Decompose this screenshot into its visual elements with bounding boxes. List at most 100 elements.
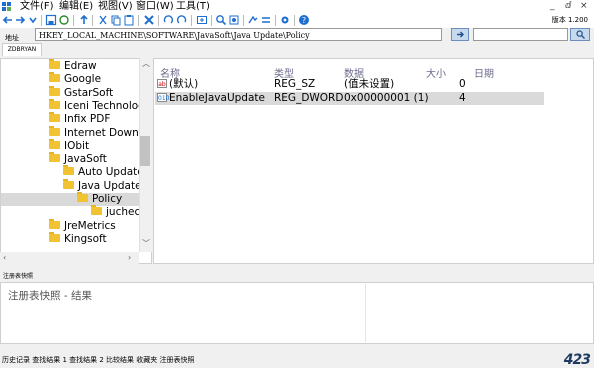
jump-icon[interactable] xyxy=(247,14,259,26)
folder-icon xyxy=(49,98,60,109)
cut-icon[interactable] xyxy=(97,14,109,26)
panel-splitter[interactable] xyxy=(0,264,594,272)
toolbar-divider xyxy=(73,15,74,26)
tree-item[interactable]: GstarSoft xyxy=(49,85,114,100)
folder-icon xyxy=(49,231,60,242)
redo-icon[interactable] xyxy=(176,14,188,26)
folder-icon xyxy=(49,152,60,163)
toolbar-divider xyxy=(294,15,295,26)
tree-item-label: Auto Update xyxy=(78,166,144,179)
toolbar-divider xyxy=(243,15,244,26)
app-icon xyxy=(2,2,11,11)
menu-view[interactable]: 视图(V) xyxy=(98,0,133,13)
folder-icon xyxy=(49,112,60,123)
refresh-icon[interactable] xyxy=(58,14,70,26)
svg-text:?: ? xyxy=(302,16,306,25)
toolbar-divider xyxy=(211,15,212,26)
search-icon[interactable] xyxy=(215,14,227,26)
tree-item[interactable]: JavaSoft xyxy=(49,152,107,166)
value-size: 0 xyxy=(459,78,466,90)
tree-item[interactable]: Java Update xyxy=(63,178,142,193)
menu-window[interactable]: 窗口(W) xyxy=(136,0,174,13)
new-key-icon[interactable] xyxy=(196,14,208,26)
tree-item-label: Iceni Technology xyxy=(64,99,152,112)
toolbar-divider xyxy=(138,15,139,26)
folder-icon xyxy=(77,192,88,202)
folder-icon xyxy=(49,138,60,149)
tree-horizontal-scrollbar[interactable]: ‹ › xyxy=(0,252,139,264)
tree-item[interactable]: Auto Update xyxy=(63,165,144,179)
tree-item-label: GstarSoft xyxy=(64,86,114,99)
tree-item[interactable]: Kingsoft xyxy=(49,231,107,246)
folder-icon xyxy=(49,125,60,136)
tree-item[interactable]: JreMetrics xyxy=(49,218,116,233)
tree-item-label: Google xyxy=(64,73,102,86)
folder-icon xyxy=(91,205,102,216)
tree-scroll-thumb[interactable] xyxy=(140,136,150,166)
delete-icon[interactable] xyxy=(143,14,155,26)
chevron-down-icon[interactable] xyxy=(27,14,39,26)
minimize-button[interactable]: _ xyxy=(550,0,555,13)
help-icon[interactable]: ? xyxy=(298,14,310,26)
value-size: 4 xyxy=(459,92,466,104)
value-type: REG_SZ xyxy=(274,78,316,90)
list-row[interactable]: ab (默认) REG_SZ (值未设置) 0 xyxy=(155,78,544,91)
menu-bar: 文件(F) 编辑(E) 视图(V) 窗口(W) 工具(T) _ ⅆ × xyxy=(0,0,594,13)
toolbar-divider xyxy=(191,15,192,26)
version-label: 版本 1.200 xyxy=(551,16,588,24)
search-input[interactable] xyxy=(473,28,568,41)
value-name: 010EnableJavaUpdate xyxy=(157,92,265,104)
gear-icon[interactable] xyxy=(279,14,291,26)
tree-item[interactable]: Infix PDF xyxy=(49,112,111,126)
scroll-left-icon[interactable]: ‹ xyxy=(3,252,6,264)
tree-item[interactable]: Internet Downloa xyxy=(49,125,151,140)
tree-item[interactable]: IObit xyxy=(49,138,89,153)
snapshot-divider xyxy=(365,284,366,342)
tab-machine[interactable]: ZDBRYAN xyxy=(2,43,42,56)
menu-file[interactable]: 文件(F) xyxy=(20,0,54,13)
scroll-up-icon[interactable]: ︿ xyxy=(142,58,150,70)
go-button[interactable] xyxy=(451,28,469,41)
copy-icon[interactable] xyxy=(110,14,122,26)
restore-button[interactable]: ⅆ xyxy=(565,0,571,13)
tree-item-label: Java Update xyxy=(78,179,142,192)
string-value-icon: ab xyxy=(157,78,167,88)
up-icon[interactable] xyxy=(78,14,90,26)
scroll-down-icon[interactable]: ﹀ xyxy=(142,238,150,250)
back-icon[interactable] xyxy=(2,14,14,26)
tree-item-label: JavaSoft xyxy=(64,153,107,166)
menu-edit[interactable]: 编辑(E) xyxy=(59,0,93,13)
tree-item-label: JreMetrics xyxy=(64,219,116,232)
snapshot-title: 注册表快照 - 结果 xyxy=(8,290,92,302)
folder-icon xyxy=(63,178,74,189)
folder-icon xyxy=(49,72,60,83)
search-button[interactable] xyxy=(570,28,590,41)
list-row[interactable]: 010EnableJavaUpdate REG_DWORD 0x00000001… xyxy=(155,92,544,105)
status-tabs[interactable]: 历史记录 查找结果 1 查找结果 2 比较结果 收藏夹 注册表快照 xyxy=(2,356,194,365)
arrow-right-icon xyxy=(457,31,464,38)
undo-icon[interactable] xyxy=(162,14,174,26)
compare-icon[interactable] xyxy=(260,14,272,26)
forward-icon[interactable] xyxy=(14,14,26,26)
tree-item-label: Infix PDF xyxy=(64,113,111,126)
tree-item[interactable]: Iceni Technology xyxy=(49,98,152,113)
scroll-right-icon[interactable]: › xyxy=(128,252,131,264)
search-icon xyxy=(576,30,585,39)
value-name: ab (默认) xyxy=(157,78,199,90)
binary-value-icon: 010 xyxy=(157,92,170,102)
tree-item-label: Policy xyxy=(92,193,123,205)
paste-icon[interactable] xyxy=(123,14,135,26)
tree-item[interactable]: Policy xyxy=(1,192,151,206)
toolbar-divider xyxy=(92,15,93,26)
address-label: 地址 xyxy=(5,34,19,42)
menu-tools[interactable]: 工具(T) xyxy=(176,0,210,13)
save-icon[interactable] xyxy=(45,14,57,26)
folder-icon xyxy=(49,218,60,229)
address-input[interactable]: HKEY_LOCAL_MACHINE\SOFTWARE\JavaSoft\Jav… xyxy=(35,28,442,41)
find-icon[interactable] xyxy=(228,14,240,26)
tree-item[interactable]: Google xyxy=(49,72,102,86)
tree-item[interactable]: Edraw xyxy=(49,59,97,73)
close-button[interactable]: × xyxy=(580,0,588,13)
folder-icon xyxy=(63,165,74,176)
value-type: REG_DWORD xyxy=(274,92,344,104)
